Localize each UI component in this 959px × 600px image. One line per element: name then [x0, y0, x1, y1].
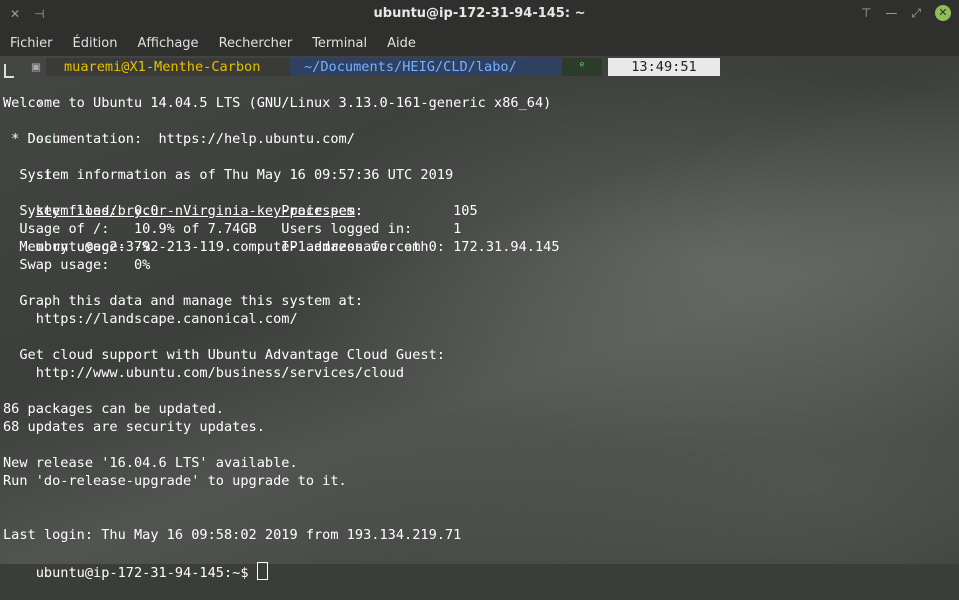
prompt-user-host: muaremi@X1-Menthe-Carbon	[46, 58, 290, 76]
terminal-area[interactable]: ▣ muaremi@X1-Menthe-Carbon ~/Documents/H…	[0, 56, 959, 581]
output-line: * Documentation: https://help.ubuntu.com…	[3, 131, 355, 147]
maximize-icon[interactable]: ⤢	[911, 6, 921, 21]
output-line: Welcome to Ubuntu 14.04.5 LTS (GNU/Linux…	[3, 95, 552, 111]
output-line: http://www.ubuntu.com/business/services/…	[3, 365, 405, 381]
output-line: New release '16.04.6 LTS' available.	[3, 455, 298, 471]
output-line: Usage of /: 10.9% of 7.74GB Users logged…	[3, 221, 462, 237]
menu-terminal[interactable]: Terminal	[302, 36, 377, 51]
text-cursor	[256, 562, 268, 580]
prompt-git-segment: ᵉ	[562, 58, 602, 76]
menu-affichage[interactable]: Affichage	[127, 36, 208, 51]
titlebar-right-controls: ⊤ — ⤢ ✕	[861, 5, 951, 21]
prompt-path: ~/Documents/HEIG/CLD/labo/	[290, 58, 562, 76]
menu-edition[interactable]: Édition	[63, 36, 128, 51]
final-prompt: ubuntu@ip-172-31-94-145:~$	[35, 565, 257, 581]
menu-rechercher[interactable]: Rechercher	[209, 36, 303, 51]
output-line: Run 'do-release-upgrade' to upgrade to i…	[3, 473, 347, 489]
output-line: 86 packages can be updated.	[3, 401, 224, 417]
window-title: ubuntu@ip-172-31-94-145: ~	[373, 6, 586, 21]
output-line: 68 updates are security updates.	[3, 419, 265, 435]
output-line: Last login: Thu May 16 09:58:02 2019 fro…	[3, 527, 462, 543]
window-titlebar[interactable]: ✕ ⊣ ubuntu@ip-172-31-94-145: ~ ⊤ — ⤢ ✕	[0, 0, 959, 30]
output-line: https://landscape.canonical.com/	[3, 311, 298, 327]
output-line: Memory usage: 7% IP address for eth0: 17…	[3, 239, 560, 255]
menu-bar: Fichier Édition Affichage Rechercher Ter…	[0, 30, 959, 56]
terminal-icon: ▣	[31, 59, 41, 75]
output-line: System load: 0.0 Processes: 105	[3, 203, 478, 219]
output-line: Graph this data and manage this system a…	[3, 293, 364, 309]
prompt-time: 13:49:51	[608, 58, 720, 76]
output-line: Swap usage: 0%	[3, 257, 151, 273]
menu-fichier[interactable]: Fichier	[0, 36, 63, 51]
output-line: Get cloud support with Ubuntu Advantage …	[3, 347, 445, 363]
minimize-icon[interactable]: —	[885, 6, 897, 20]
output-line: System information as of Thu May 16 09:5…	[3, 167, 454, 183]
close-icon[interactable]: ✕	[935, 5, 951, 21]
menu-aide[interactable]: Aide	[377, 36, 426, 51]
final-prompt-line: ubuntu@ip-172-31-94-145:~$	[3, 544, 268, 581]
command-line: › ssh -i key files/brycur-nVirginia-key-…	[3, 76, 421, 255]
sticky-icon[interactable]: ⊤	[861, 6, 871, 20]
powerline-prompt: ▣ muaremi@X1-Menthe-Carbon ~/Documents/H…	[0, 58, 959, 78]
